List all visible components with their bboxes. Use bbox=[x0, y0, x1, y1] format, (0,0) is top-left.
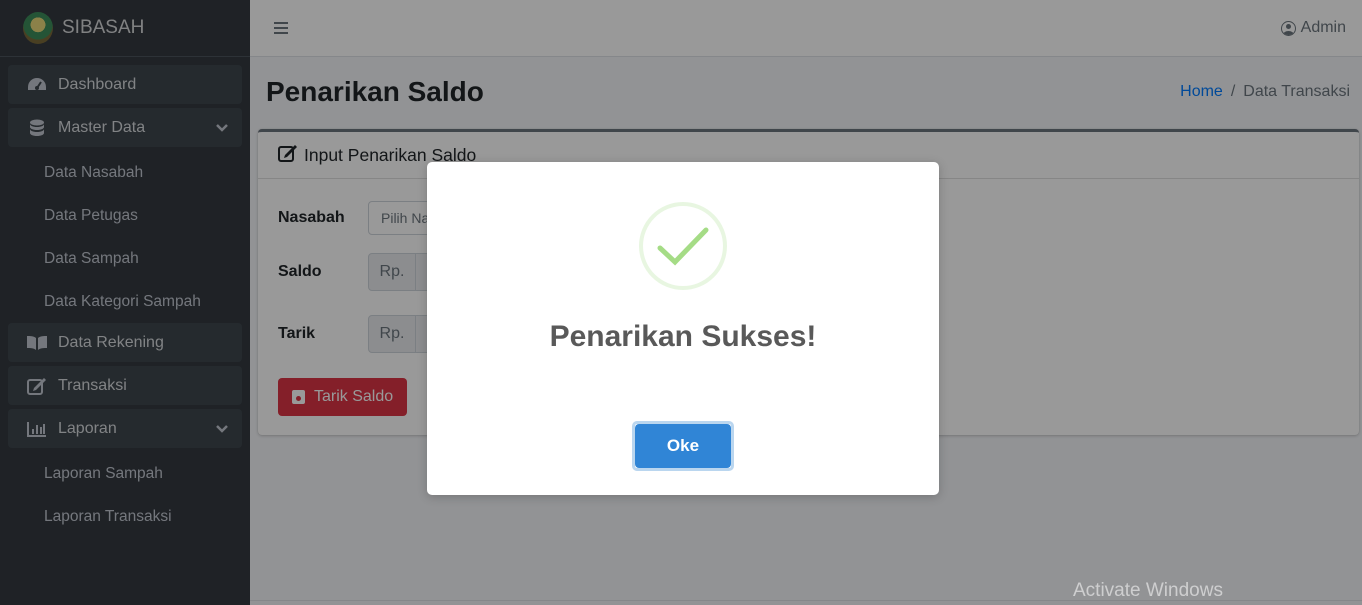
dialog-title: Penarikan Sukses! bbox=[549, 320, 817, 353]
success-dialog: Penarikan Sukses! Oke bbox=[427, 162, 939, 495]
activate-windows-watermark: Activate Windows bbox=[1073, 580, 1223, 601]
ok-button-label: Oke bbox=[635, 424, 731, 468]
ok-button[interactable]: Oke bbox=[632, 421, 734, 471]
success-check-icon bbox=[639, 202, 727, 290]
